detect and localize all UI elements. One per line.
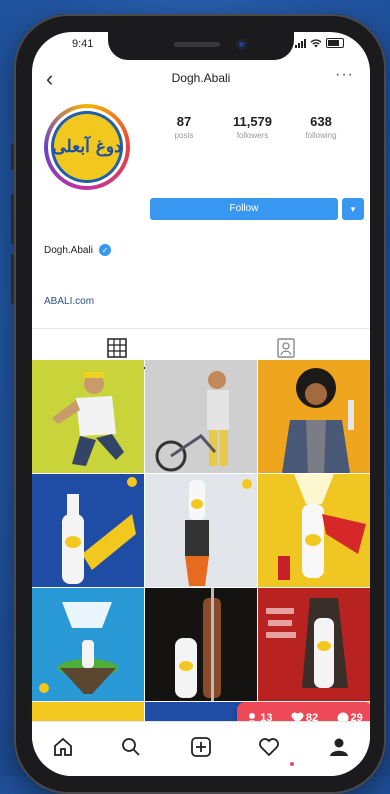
follow-button[interactable]: Follow — [150, 198, 338, 220]
profile-stats: 87 posts 11,579 followers 638 following — [150, 114, 355, 140]
nav-profile[interactable] — [324, 732, 354, 762]
header-username: Dogh.Abali — [171, 71, 231, 85]
status-icons — [295, 38, 344, 48]
bottom-nav — [32, 721, 370, 776]
profile-header: ‹ Dogh.Abali ··· — [32, 62, 370, 94]
stat-following-value: 638 — [310, 114, 332, 129]
nav-search[interactable] — [116, 732, 146, 762]
post-image-bottle-cape — [278, 474, 366, 580]
search-icon — [122, 738, 140, 756]
post-image-bottle-rocket — [185, 479, 252, 586]
post-thumbnail[interactable] — [258, 588, 370, 701]
grid-icon — [106, 338, 127, 358]
brand-logo: دوغ آبعلی — [51, 111, 123, 183]
wifi-icon — [310, 38, 322, 47]
avatar[interactable]: دوغ آبعلی — [44, 104, 130, 190]
stat-following-label: following — [305, 131, 337, 140]
stat-posts-value: 87 — [176, 114, 192, 129]
post-image-man-curly-hair — [282, 368, 354, 473]
stat-following[interactable]: 638 following — [287, 114, 355, 140]
tagged-user-icon — [276, 338, 295, 358]
post-thumbnail[interactable] — [145, 588, 257, 701]
profile-name: Dogh.Abali — [44, 244, 93, 256]
stat-posts-label: posts — [174, 131, 194, 140]
post-image-man-bicycle — [155, 371, 229, 472]
follow-dropdown-button[interactable]: ▾ — [342, 198, 364, 220]
speaker — [174, 42, 220, 47]
volume-down-button — [11, 254, 14, 304]
nav-home[interactable] — [48, 732, 78, 762]
front-camera — [236, 39, 247, 50]
post-thumbnail[interactable] — [258, 360, 370, 473]
post-thumbnail[interactable] — [32, 474, 144, 587]
profile-name-row: Dogh.Abali ✓ — [44, 244, 111, 256]
post-thumbnail[interactable] — [258, 474, 370, 587]
post-image-man-jumping — [52, 372, 124, 466]
signal-icon — [295, 38, 306, 48]
stat-followers[interactable]: 11,579 followers — [219, 114, 287, 140]
heart-outline-icon — [259, 738, 279, 757]
post-thumbnail[interactable] — [32, 360, 144, 473]
post-thumbnail[interactable] — [145, 360, 257, 473]
stat-followers-label: followers — [236, 131, 269, 140]
plus-square-icon — [191, 737, 211, 757]
posts-grid — [32, 360, 370, 760]
notch — [108, 32, 294, 60]
home-icon — [54, 737, 72, 756]
stat-followers-value: 11,579 — [232, 114, 273, 129]
phone-frame: 9:41 ‹ Dogh.Abali ··· دوغ آبعلی 87 posts — [11, 14, 386, 794]
post-image-floating-island — [39, 602, 118, 694]
status-time: 9:41 — [72, 38, 94, 50]
app-screen: 9:41 ‹ Dogh.Abali ··· دوغ آبعلی 87 posts — [32, 32, 370, 776]
more-options-icon[interactable]: ··· — [335, 66, 354, 84]
activity-dot — [290, 762, 294, 766]
post-image-bottle-red — [266, 598, 348, 688]
profile-website-link[interactable]: ABALI.com — [44, 296, 94, 307]
mute-switch — [11, 144, 14, 170]
post-image-bottle-blue — [62, 477, 137, 584]
nav-activity[interactable] — [254, 732, 284, 762]
verified-badge-icon: ✓ — [98, 244, 111, 256]
post-thumbnail[interactable] — [145, 474, 257, 587]
stat-posts[interactable]: 87 posts — [150, 114, 218, 140]
volume-up-button — [11, 194, 14, 244]
post-thumbnail[interactable] — [32, 588, 144, 701]
profile-icon — [330, 738, 348, 756]
post-image-kebab-bottle — [175, 588, 221, 701]
battery-icon — [326, 38, 344, 48]
nav-add-post[interactable] — [186, 732, 216, 762]
